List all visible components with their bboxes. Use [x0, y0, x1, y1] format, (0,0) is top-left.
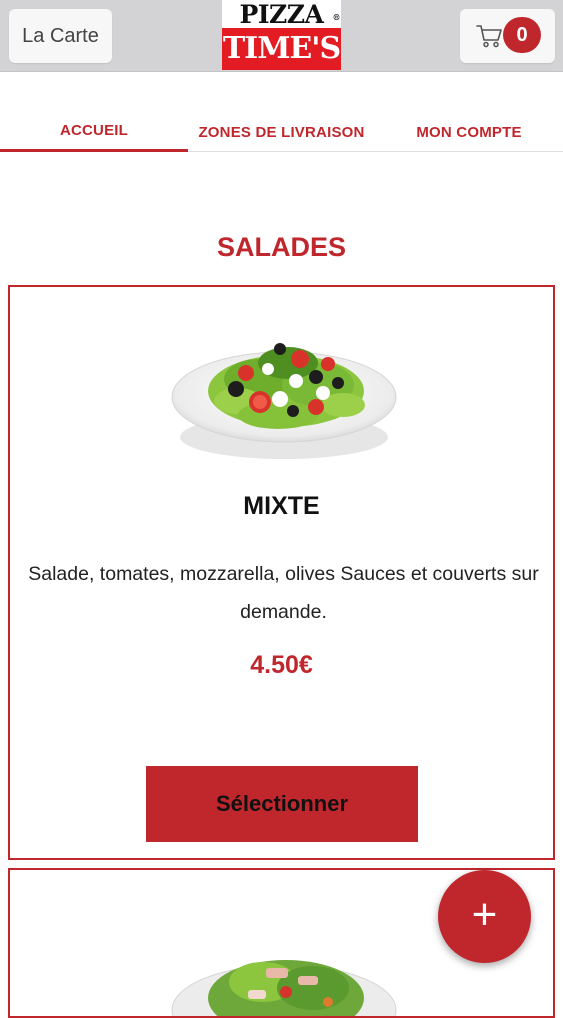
section-title: SALADES [216, 232, 346, 262]
tab-accueil[interactable]: ACCUEIL [0, 112, 188, 152]
cart-count-badge[interactable]: 0 [503, 17, 541, 53]
product-description: Salade, tomates, mozzarella, olives Sauc… [28, 563, 539, 623]
logo[interactable]: PIZZA ® TIME'S [222, 0, 341, 70]
top-bar: La Carte PIZZA ® TIME'S [0, 0, 563, 72]
salad-image [171, 960, 397, 1016]
cart-icon [476, 25, 502, 48]
tab-zones-de-livraison[interactable]: ZONES DE LIVRAISON [188, 112, 375, 152]
product-name: MIXTE [243, 492, 320, 520]
salad-image [171, 343, 397, 459]
select-button[interactable]: Sélectionner [146, 766, 418, 842]
menu-button[interactable]: La Carte [9, 9, 112, 63]
product-price: 4.50€ [250, 651, 313, 679]
logo-bottom-text: TIME'S [222, 28, 341, 70]
tab-mon-compte[interactable]: MON COMPTE [375, 112, 563, 152]
add-button[interactable]: + [438, 870, 531, 963]
nav-tabs: ACCUEIL ZONES DE LIVRAISON MON COMPTE [0, 112, 563, 152]
product-card: MIXTE Salade, tomates, mozzarella, olive… [8, 285, 555, 860]
logo-top-text: PIZZA ® [222, 0, 341, 29]
